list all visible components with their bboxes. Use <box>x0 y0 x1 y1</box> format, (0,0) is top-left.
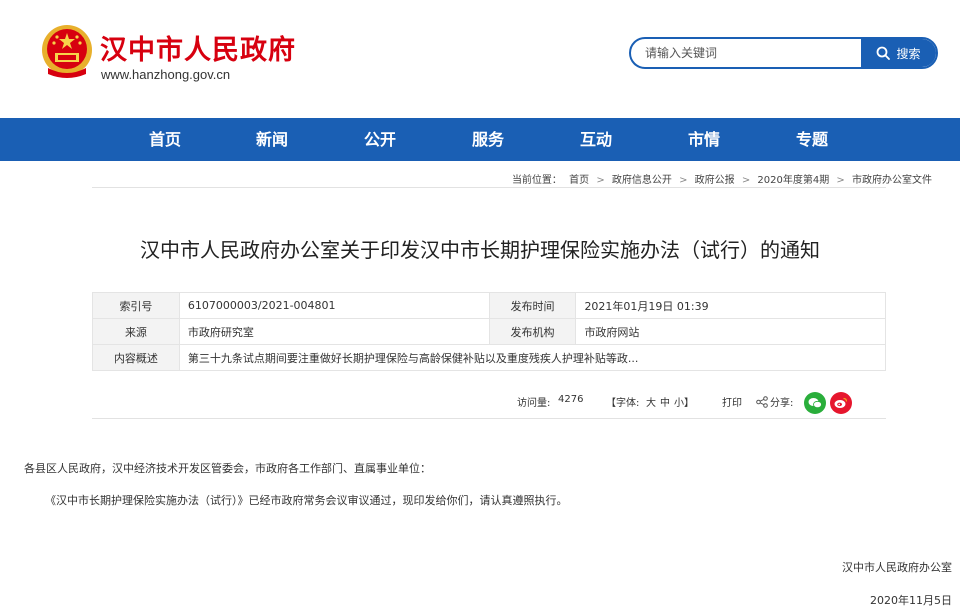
share-label: 分享: <box>770 398 794 409</box>
nav-item-topics[interactable]: 专题 <box>772 118 852 161</box>
breadcrumb-item-gazette[interactable]: 政府公报 <box>695 175 735 186</box>
breadcrumb-separator: > <box>679 175 688 186</box>
search-box: 搜索 <box>629 37 938 69</box>
pubtime-label: 发布时间 <box>488 292 577 319</box>
views-label: 访问量: <box>517 398 551 409</box>
nav-item-home[interactable]: 首页 <box>125 118 205 161</box>
weibo-icon <box>834 397 848 408</box>
tools-divider <box>92 418 886 419</box>
font-large-button[interactable]: 大 <box>646 394 656 409</box>
article-title: 汉中市人民政府办公室关于印发汉中市长期护理保险实施办法（试行）的通知 <box>140 238 820 262</box>
breadcrumb-item-home[interactable]: 首页 <box>569 175 589 186</box>
index-value: 6107000003/2021-004801 <box>178 292 490 319</box>
breadcrumb: 当前位置： 首页 > 政府信息公开 > 政府公报 > 2020年度第4期 > 市… <box>510 171 934 186</box>
site-title[interactable]: 汉中市人民政府 <box>100 28 296 67</box>
table-row: 来源 市政府研究室 发布机构 市政府网站 <box>92 318 886 345</box>
body-paragraph: 《汉中市长期护理保险实施办法（试行）》已经市政府常务会议审议通过，现印发给你们，… <box>45 494 568 507</box>
breadcrumb-item-gov-info[interactable]: 政府信息公开 <box>612 175 672 186</box>
salutation: 各县区人民政府，汉中经济技术开发区管委会，市政府各工作部门、直属事业单位： <box>24 462 431 475</box>
national-emblem-icon[interactable] <box>40 24 94 82</box>
site-header: 汉中市人民政府 www.hanzhong.gov.cn 搜索 <box>0 0 960 118</box>
wechat-icon <box>808 398 822 409</box>
nav-item-interaction[interactable]: 互动 <box>556 118 636 161</box>
font-small-button[interactable]: 小】 <box>674 394 694 409</box>
print-button[interactable]: 打印 <box>722 394 742 409</box>
breadcrumb-separator: > <box>596 175 605 186</box>
table-row: 内容概述 第三十九条试点期间要注重做好长期护理保险与高龄保健补贴以及重度残疾人护… <box>92 344 887 371</box>
views-count: 4276 <box>558 394 584 405</box>
signature: 汉中市人民政府办公室 <box>842 561 952 574</box>
nav-item-service[interactable]: 服务 <box>448 118 528 161</box>
search-button-label: 搜索 <box>896 46 921 61</box>
font-medium-button[interactable]: 中 <box>660 394 670 409</box>
nav-item-news[interactable]: 新闻 <box>232 118 312 161</box>
font-size-label: 【字体: <box>606 398 640 409</box>
breadcrumb-separator: > <box>836 175 845 186</box>
article-meta-table: 索引号 6107000003/2021-004801 发布时间 2021年01月… <box>92 292 887 371</box>
share-icon <box>756 396 768 408</box>
table-row: 索引号 6107000003/2021-004801 发布时间 2021年01月… <box>92 292 886 319</box>
breadcrumb-item-office-docs[interactable]: 市政府办公室文件 <box>852 175 932 186</box>
weibo-share-button[interactable] <box>830 392 852 414</box>
summary-label: 内容概述 <box>92 344 180 371</box>
org-label: 发布机构 <box>488 318 577 345</box>
search-button[interactable]: 搜索 <box>861 39 936 67</box>
org-value: 市政府网站 <box>575 318 886 345</box>
summary-value: 第三十九条试点期间要注重做好长期护理保险与高龄保健补贴以及重度残疾人护理补贴等政… <box>178 344 887 371</box>
source-label: 来源 <box>92 318 180 345</box>
nav-item-public[interactable]: 公开 <box>340 118 420 161</box>
breadcrumb-item-issue[interactable]: 2020年度第4期 <box>757 175 829 186</box>
breadcrumb-prefix: 当前位置： <box>511 175 562 186</box>
breadcrumb-separator: > <box>741 175 751 186</box>
search-icon <box>877 46 891 60</box>
search-input[interactable] <box>631 39 863 67</box>
nav-item-city-info[interactable]: 市情 <box>664 118 744 161</box>
index-label: 索引号 <box>92 292 180 319</box>
main-nav: 首页 新闻 公开 服务 互动 市情 专题 <box>0 118 960 161</box>
document-date: 2020年11月5日 <box>870 594 952 607</box>
source-value: 市政府研究室 <box>178 318 490 345</box>
site-url[interactable]: www.hanzhong.gov.cn <box>101 67 230 82</box>
pubtime-value: 2021年01月19日 01:39 <box>575 292 886 319</box>
wechat-share-button[interactable] <box>804 392 826 414</box>
breadcrumb-divider <box>92 187 886 188</box>
